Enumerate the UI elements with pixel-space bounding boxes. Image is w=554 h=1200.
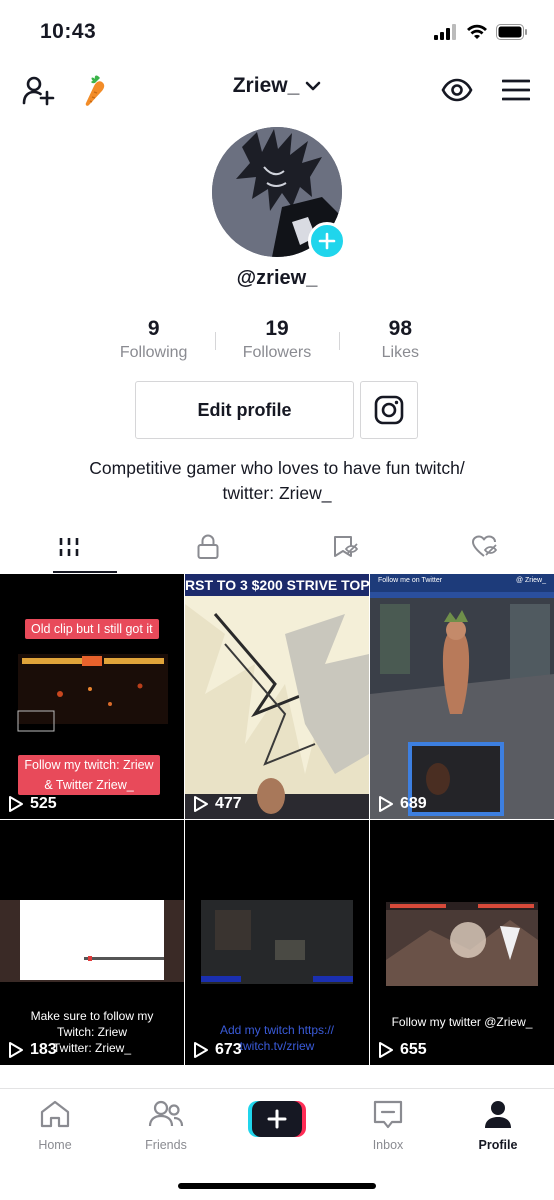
view-count-value: 183 xyxy=(30,1041,57,1058)
create-button[interactable] xyxy=(248,1101,306,1137)
hamburger-menu-icon xyxy=(502,79,530,101)
tab-videos[interactable] xyxy=(0,521,139,573)
tab-profile[interactable]: Profile xyxy=(458,1099,538,1152)
view-count: 673 xyxy=(193,1041,242,1059)
avatar-container[interactable] xyxy=(212,127,346,260)
video-thumbnail[interactable]: RST TO 3 $200 STRIVE TOP 477 xyxy=(185,574,369,819)
video-banner-handle: @ Zriew_ xyxy=(515,577,546,584)
view-count-value: 525 xyxy=(30,795,57,812)
play-icon xyxy=(379,796,393,812)
wifi-icon xyxy=(467,24,487,39)
video-thumbnail[interactable]: Make sure to follow my Twitch: Zriew Twi… xyxy=(0,820,184,1065)
video-banner: Follow me on Twitter xyxy=(378,577,443,584)
video-thumbnail[interactable]: Old clip but I still got it Follow my tw… xyxy=(0,574,184,819)
status-bar: 10:43 xyxy=(0,0,554,62)
eye-icon xyxy=(441,78,473,102)
followers-label: Followers xyxy=(242,344,312,361)
likes-stat[interactable]: 98 Likes xyxy=(338,316,462,368)
video-thumbnail[interactable]: Follow me on Twitter @ Zriew_ 689 xyxy=(370,574,554,819)
profile-bio: Competitive gamer who loves to have fun … xyxy=(40,456,514,506)
instagram-button[interactable] xyxy=(360,381,418,439)
view-count-value: 689 xyxy=(400,795,427,812)
battery-icon xyxy=(496,24,527,40)
tab-friends-label: Friends xyxy=(145,1138,187,1152)
play-icon xyxy=(379,1042,393,1058)
view-count: 183 xyxy=(8,1041,57,1059)
following-stat[interactable]: 9 Following xyxy=(92,316,215,368)
likes-count: 98 xyxy=(388,317,412,340)
username-title: Zriew_ xyxy=(232,74,300,97)
status-icons xyxy=(434,24,528,40)
video-caption-bottom: Follow my twitch: Zriew & Twitter Zriew_ xyxy=(18,755,160,795)
caption-line: Follow my twitch: Zriew xyxy=(24,758,154,772)
home-icon xyxy=(40,1100,70,1128)
followers-count: 19 xyxy=(265,317,289,340)
view-count: 525 xyxy=(8,795,57,813)
tab-friends[interactable]: Friends xyxy=(126,1099,206,1152)
bookmark-hidden-icon xyxy=(334,536,359,557)
menu-button[interactable] xyxy=(496,70,536,110)
following-count: 9 xyxy=(147,317,160,340)
video-2-preview xyxy=(185,574,369,819)
view-count-value: 655 xyxy=(400,1041,427,1058)
tab-home[interactable]: Home xyxy=(15,1099,95,1152)
video-caption: Follow my twitter @Zriew_ xyxy=(391,1015,533,1029)
view-count-value: 673 xyxy=(215,1041,242,1058)
tab-reposts[interactable] xyxy=(277,521,416,573)
view-count: 655 xyxy=(378,1041,427,1059)
caption-line: & Twitter Zriew_ xyxy=(44,778,134,792)
tab-liked[interactable] xyxy=(416,521,554,573)
lock-icon xyxy=(197,534,219,559)
profile-stats: 9 Following 19 Followers 98 Likes xyxy=(92,316,462,368)
play-icon xyxy=(194,1042,208,1058)
home-indicator xyxy=(178,1183,376,1189)
video-thumbnail[interactable]: Add my twitch https:// twitch.tv/zriew 6… xyxy=(185,820,369,1065)
video-3-preview xyxy=(370,574,554,819)
plus-icon xyxy=(318,232,336,250)
tab-private[interactable] xyxy=(139,521,278,573)
caption-line: Add my twitch https:// xyxy=(219,1023,335,1037)
video-thumbnail[interactable]: Follow my twitter @Zriew_ 655 xyxy=(370,820,554,1065)
caption-line: Make sure to follow my xyxy=(30,1009,154,1023)
profile-views-button[interactable] xyxy=(437,70,477,110)
likes-label: Likes xyxy=(381,344,419,361)
chevron-down-icon xyxy=(305,81,321,91)
followers-stat[interactable]: 19 Followers xyxy=(215,316,338,368)
view-count-value: 477 xyxy=(215,795,242,812)
heart-hidden-icon xyxy=(471,535,497,557)
status-time: 10:43 xyxy=(40,20,97,43)
add-avatar-button[interactable] xyxy=(308,222,346,260)
play-icon xyxy=(194,796,208,812)
view-count: 477 xyxy=(193,795,242,813)
video-banner: RST TO 3 $200 STRIVE TOP xyxy=(185,577,369,593)
view-count: 689 xyxy=(378,795,427,813)
profile-handle: @zriew_ xyxy=(236,267,318,289)
friends-icon xyxy=(148,1100,184,1127)
instagram-icon xyxy=(374,395,404,425)
bio-line-1: Competitive gamer who loves to have fun … xyxy=(89,458,465,478)
tab-profile-label: Profile xyxy=(478,1138,518,1152)
profile-person-icon xyxy=(485,1101,511,1128)
edit-profile-button[interactable]: Edit profile xyxy=(135,381,354,439)
caption-line: Twitch: Zriew xyxy=(56,1025,127,1039)
following-label: Following xyxy=(119,344,188,361)
tab-inbox-label: Inbox xyxy=(372,1138,404,1152)
tab-inbox[interactable]: Inbox xyxy=(348,1099,428,1152)
profile-header: Zriew_ xyxy=(0,62,554,116)
play-icon xyxy=(9,796,23,812)
inbox-icon xyxy=(373,1100,403,1129)
play-icon xyxy=(9,1042,23,1058)
grid-videos-icon xyxy=(59,538,79,556)
cellular-signal-icon xyxy=(434,24,456,40)
video-caption: Old clip but I still got it xyxy=(25,619,159,639)
tab-home-label: Home xyxy=(38,1138,72,1152)
create-plus-icon xyxy=(248,1101,306,1137)
video-grid: Old clip but I still got it Follow my tw… xyxy=(0,574,554,1065)
bio-line-2: twitter: Zriew_ xyxy=(222,483,332,503)
content-tabs xyxy=(0,521,554,573)
